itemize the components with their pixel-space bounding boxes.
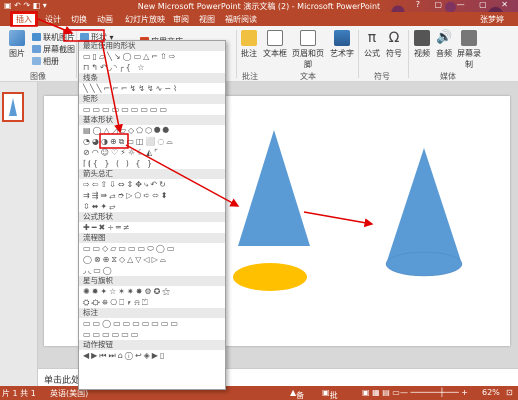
header-footer-icon (300, 30, 316, 46)
flat-cone-shape[interactable] (238, 130, 310, 246)
shape-category-header: 动作按钮 (79, 340, 225, 350)
picture-button[interactable]: 图片 (6, 30, 28, 59)
shape-category-header: 矩形 (79, 94, 225, 104)
shape-category-header: 公式形状 (79, 212, 225, 222)
tab-view[interactable]: 视图 (196, 14, 218, 25)
shape-row[interactable]: ⇳⬌✦⥂ (79, 201, 225, 212)
thumbnail-cone-icon (9, 98, 17, 116)
tab-design[interactable]: 设计 (42, 14, 64, 25)
comment-icon (241, 30, 257, 46)
shape-row[interactable]: ◔◕◑⊕⧉▭◫⬜◌⌓ (79, 136, 225, 147)
cone-base-shape[interactable] (385, 251, 463, 277)
ribbon-separator (408, 30, 409, 78)
zoom-slider[interactable]: — ──────┼─── + (400, 388, 468, 397)
online-picture-icon (32, 33, 41, 41)
textbox-icon (267, 30, 283, 46)
comment-button[interactable]: 批注 (238, 30, 260, 59)
header-footer-button[interactable]: 页眉和页脚 (290, 30, 326, 70)
shape-row[interactable]: ▭▭◯▭▭▭▭▭▭▭ (79, 318, 225, 329)
shape-row[interactable]: ◞◟▭◯ (79, 265, 225, 276)
shape-category-header: 最近使用的形状 (79, 41, 225, 51)
tab-review[interactable]: 审阅 (170, 14, 192, 25)
shape-category-header: 标注 (79, 308, 225, 318)
group-symbols-label: 符号 (374, 72, 390, 81)
ribbon-separator (236, 30, 237, 78)
shape-category-header: 线条 (79, 73, 225, 83)
shape-category-header: 基本形状 (79, 115, 225, 125)
shape-row[interactable]: ▤◯△◿▱◇⬠⬡⯃⯄ (79, 125, 225, 136)
ribbon-tabs: 插入 设计 切换 动画 幻灯片放映 审阅 视图 福昕阅读 张梦婷 (0, 12, 518, 26)
shape-row[interactable]: ▭▭▭▭▭▭ (79, 329, 225, 340)
video-icon (414, 30, 430, 46)
shape-category-header: 箭头总汇 (79, 169, 225, 179)
shape-row[interactable]: ▭▭◇▱▭▭▭⬭◯▭ (79, 243, 225, 254)
shape-row[interactable]: ⛭⛮⛯⎔⎕⎖⍾⏍ (79, 297, 225, 308)
audio-button[interactable]: 🔊 音频 (434, 30, 454, 59)
screen-record-button[interactable]: 屏幕录制 (456, 30, 482, 70)
shape-row[interactable]: ⊘◠☺♡⚡☼☾◭⌜ (79, 147, 225, 158)
album-icon (32, 57, 41, 65)
slide-thumbnail-1[interactable] (2, 92, 24, 122)
group-comment-label: 批注 (242, 72, 258, 81)
group-media-label: 媒体 (440, 72, 456, 81)
record-icon (461, 30, 477, 46)
picture-icon (9, 30, 25, 46)
video-button[interactable]: 视频 (412, 30, 432, 59)
tab-animations[interactable]: 动画 (94, 14, 116, 25)
tab-slideshow[interactable]: 幻灯片放映 (122, 14, 168, 25)
cone-body-shape[interactable] (386, 148, 462, 264)
shape-row[interactable]: ⇨⇦⇧⇩⇔⇕✥⤷↶↻ (79, 179, 225, 190)
shape-category-header: 星与旗帜 (79, 276, 225, 286)
textbox-button[interactable]: 文本框 (262, 30, 288, 59)
wordart-button[interactable]: 艺术字 (328, 30, 356, 59)
speaker-icon: 🔊 (436, 30, 453, 45)
window-controls[interactable]: ? ▢ — ▢ ✕ (416, 0, 514, 9)
yellow-ellipse-shape[interactable] (233, 263, 307, 291)
ribbon-separator (76, 30, 77, 78)
shape-row[interactable]: ▭▭▭▭▭▭▭▭▭ (79, 104, 225, 115)
zoom-level[interactable]: 62% (482, 388, 500, 397)
fit-slide-icon[interactable]: ⊡ (506, 388, 513, 397)
shape-row[interactable]: ╲╲╲⌐⌐⌐↯↯↯∿∽⌇ (79, 83, 225, 94)
shape-row[interactable]: ✺✹✦☆✶✷✸⚙✪⚝ (79, 286, 225, 297)
group-images-label: 图像 (30, 72, 46, 81)
shape-row[interactable]: ◀▶⏮⏭⌂ⓘ↩◈▶▯ (79, 350, 225, 361)
user-name[interactable]: 张梦婷 (480, 14, 504, 25)
tab-transitions[interactable]: 切换 (68, 14, 90, 25)
tab-foxit[interactable]: 福昕阅读 (222, 14, 260, 25)
shape-row[interactable]: ◯⊗⊕⧖◇△▽◁▷⌓ (79, 254, 225, 265)
symbol-button[interactable]: Ω 符号 (384, 30, 404, 59)
slide-count: 片 1 共 1 (2, 389, 36, 398)
shape-row[interactable]: ✚━✖÷═≠ (79, 222, 225, 233)
shape-row[interactable]: ⌈⦗{ } ( ) { } (79, 158, 225, 169)
omega-icon: Ω (388, 30, 400, 46)
shape-category-header: 流程图 (79, 233, 225, 243)
shapes-dropdown: 最近使用的形状 ▭▯▱╲↘◯▭△⌐⇧⇨ ⊓↰↶◞◝╭{ ☆ 线条 ╲╲╲⌐⌐⌐↯↯↯∿∽… (78, 40, 226, 390)
shape-row[interactable]: ⊓↰↶◞◝╭{ ☆ (79, 62, 225, 73)
album-button[interactable]: 相册 (32, 56, 59, 67)
title-bar: ▣ ↶ ↷ ◧ ▾ New Microsoft PowerPoint 演示文稿 … (0, 0, 518, 24)
slide-thumbnails-panel (0, 82, 38, 386)
ribbon-separator (358, 30, 359, 78)
screenshot-button[interactable]: 屏幕截图 (32, 44, 75, 55)
shape-row[interactable]: ▭▯▱╲↘◯▭△⌐⇧⇨ (79, 51, 225, 62)
notes-toggle[interactable]: ▲ 备注 (290, 388, 304, 400)
shape-row[interactable]: ⇉⇶⇛⥄➮▷⬠➪⬄⬍ (79, 190, 225, 201)
tab-insert[interactable]: 插入 (12, 13, 36, 26)
comments-toggle[interactable]: ▣ 批注 (322, 388, 338, 400)
screenshot-icon (32, 45, 41, 53)
formula-button[interactable]: π 公式 (362, 30, 382, 59)
pi-icon: π (367, 30, 377, 46)
online-picture-button[interactable]: 联机图片 (32, 32, 75, 43)
wordart-icon (334, 30, 350, 46)
group-text-label: 文本 (300, 72, 316, 81)
view-buttons[interactable]: ▣ ▦ ▤ ▭ (362, 388, 400, 397)
